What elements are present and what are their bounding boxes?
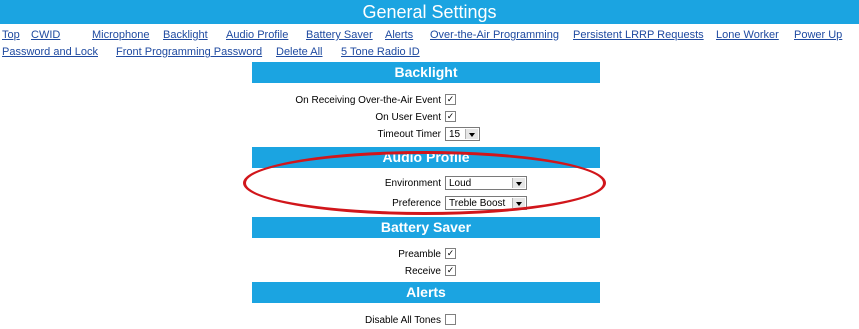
on-user-event-checkbox[interactable]: ✓ [445, 111, 456, 122]
nav-link-alerts[interactable]: Alerts [385, 29, 413, 41]
select-value: 15 [449, 129, 461, 140]
setting-row-ota-event: On Receiving Over-the-Air Event ✓ [0, 93, 859, 109]
setting-row-preamble: Preamble ✓ [0, 247, 859, 263]
preamble-checkbox[interactable]: ✓ [445, 248, 456, 259]
setting-label: Preamble [398, 249, 441, 260]
nav-link-ota-programming[interactable]: Over-the-Air Programming [430, 29, 559, 41]
nav-link-battery-saver[interactable]: Battery Saver [306, 29, 373, 41]
setting-label: On User Event [375, 112, 441, 123]
disable-all-tones-checkbox[interactable] [445, 314, 456, 325]
setting-label: Receive [404, 266, 441, 277]
nav-link-lone-worker[interactable]: Lone Worker [716, 29, 779, 41]
timeout-timer-select[interactable]: 15 [445, 127, 480, 141]
nav-link-audio-profile[interactable]: Audio Profile [226, 29, 288, 41]
nav-link-persistent-lrrp[interactable]: Persistent LRRP Requests [573, 29, 704, 41]
nav-link-backlight[interactable]: Backlight [163, 29, 208, 41]
setting-row-disable-tones: Disable All Tones [0, 313, 859, 329]
setting-row-user-event: On User Event ✓ [0, 110, 859, 126]
setting-label: Timeout Timer [377, 129, 441, 140]
nav-link-cwid[interactable]: CWID [31, 29, 60, 41]
nav-link-microphone[interactable]: Microphone [92, 29, 149, 41]
section-header-backlight: Backlight [252, 62, 600, 83]
page-title: General Settings [0, 0, 859, 24]
setting-row-timeout: Timeout Timer 15 [0, 127, 859, 143]
on-ota-event-checkbox[interactable]: ✓ [445, 94, 456, 105]
section-header-battery-saver: Battery Saver [252, 217, 600, 238]
setting-label: On Receiving Over-the-Air Event [295, 95, 441, 106]
nav-link-front-programming-password[interactable]: Front Programming Password [116, 46, 262, 58]
nav-link-5-tone-radio-id[interactable]: 5 Tone Radio ID [341, 46, 420, 58]
nav-link-power-up[interactable]: Power Up [794, 29, 842, 41]
nav-link-delete-all[interactable]: Delete All [276, 46, 322, 58]
receive-checkbox[interactable]: ✓ [445, 265, 456, 276]
setting-label: Disable All Tones [365, 315, 441, 326]
chevron-down-icon [465, 129, 478, 139]
section-header-alerts: Alerts [252, 282, 600, 303]
setting-row-receive: Receive ✓ [0, 264, 859, 280]
highlight-ellipse [243, 151, 606, 215]
nav-link-password-lock[interactable]: Password and Lock [2, 46, 98, 58]
nav-link-top[interactable]: Top [2, 29, 20, 41]
